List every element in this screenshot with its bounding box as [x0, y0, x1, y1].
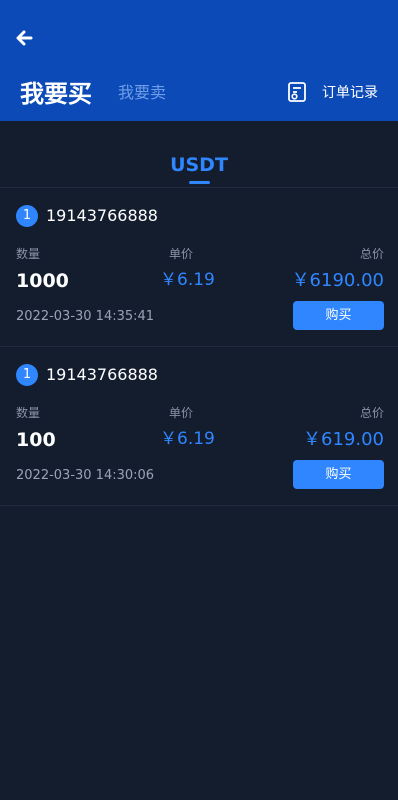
- order-records-button[interactable]: 订单记录: [286, 78, 378, 106]
- rank-badge: 1: [16, 205, 38, 227]
- tab-active-indicator: [189, 181, 210, 184]
- total-value: ￥619.00: [303, 429, 384, 450]
- order-records-label: 订单记录: [322, 85, 378, 101]
- total-label: 总价: [359, 406, 384, 420]
- top-header: 我要买 我要卖 订单记录: [0, 0, 398, 121]
- total-value: ￥6190.00: [291, 270, 384, 291]
- quantity-label: 数量: [16, 406, 41, 420]
- quantity-value: 1000: [16, 270, 69, 292]
- unit-price-label: 单价: [169, 406, 194, 420]
- total-label: 总价: [359, 247, 384, 261]
- tab-usdt[interactable]: USDT: [0, 153, 398, 177]
- quantity-value: 100: [16, 429, 56, 451]
- back-arrow-icon[interactable]: [14, 28, 34, 48]
- seller-phone: 19143766888: [46, 365, 158, 384]
- unit-price-value: ￥6.19: [160, 270, 215, 290]
- unit-price-value: ￥6.19: [160, 429, 215, 449]
- page-title-buy[interactable]: 我要买: [20, 78, 92, 110]
- unit-price-label: 单价: [169, 247, 194, 261]
- divider: [0, 505, 398, 506]
- listing-card: 1 19143766888 数量 单价 总价 100 ￥6.19 ￥619.00…: [0, 347, 398, 505]
- listing-time: 2022-03-30 14:35:41: [16, 309, 155, 324]
- order-record-icon: [286, 81, 308, 103]
- rank-badge: 1: [16, 364, 38, 386]
- listing-time: 2022-03-30 14:30:06: [16, 468, 155, 483]
- currency-tabs: USDT: [0, 121, 398, 187]
- buy-button[interactable]: 购买: [293, 301, 384, 330]
- tab-sell[interactable]: 我要卖: [118, 82, 166, 104]
- listing-card: 1 19143766888 数量 单价 总价 1000 ￥6.19 ￥6190.…: [0, 188, 398, 346]
- seller-phone: 19143766888: [46, 206, 158, 225]
- buy-button[interactable]: 购买: [293, 460, 384, 489]
- quantity-label: 数量: [16, 247, 41, 261]
